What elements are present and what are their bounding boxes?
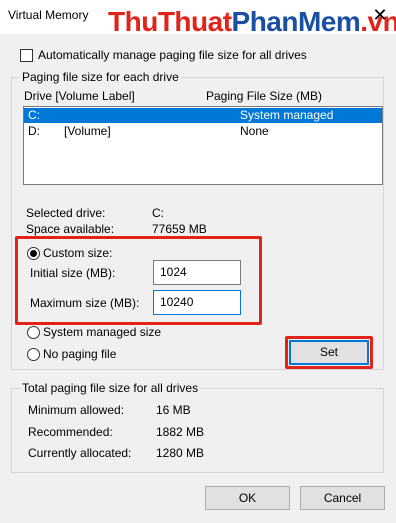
selected-drive-label: Selected drive: [26,206,106,220]
system-managed-label[interactable]: System managed size [43,325,161,339]
set-button[interactable]: Set [289,340,369,365]
minimum-allowed-label: Minimum allowed: [28,403,125,417]
drive-row-c-size: System managed [240,108,334,122]
column-header-drive: Drive [Volume Label] [24,89,135,103]
paging-group-legend: Paging file size for each drive [20,70,181,84]
maximum-size-input[interactable]: 10240 [153,290,241,315]
close-icon[interactable]: ✕ [370,5,390,26]
watermark-logo: ThuThuatPhanMem.vn [108,6,396,37]
ok-button[interactable]: OK [205,486,290,510]
no-paging-radio[interactable] [27,348,40,361]
initial-size-input[interactable]: 1024 [153,260,241,285]
system-managed-radio[interactable] [27,326,40,339]
total-group-legend: Total paging file size for all drives [20,381,201,395]
window-title: Virtual Memory [8,8,89,22]
maximum-size-label: Maximum size (MB): [30,296,140,310]
space-available-value: 77659 MB [152,222,207,236]
drive-row-c-drive: C: [28,108,40,122]
drive-row-d-label: [Volume] [64,124,111,138]
initial-size-label: Initial size (MB): [30,266,116,280]
currently-allocated-label: Currently allocated: [28,446,132,460]
column-header-size: Paging File Size (MB) [206,89,323,103]
selected-drive-value: C: [152,206,164,220]
auto-manage-label[interactable]: Automatically manage paging file size fo… [38,48,307,62]
auto-manage-checkbox[interactable] [20,49,33,62]
recommended-label: Recommended: [28,425,113,439]
drive-row-d-size: None [240,124,269,138]
recommended-value: 1882 MB [156,425,205,439]
cancel-button[interactable]: Cancel [300,486,385,510]
drive-row-d-drive: D: [28,124,40,138]
minimum-allowed-value: 16 MB [156,403,191,417]
custom-size-radio[interactable] [27,247,40,260]
space-available-label: Space available: [26,222,115,236]
custom-size-label[interactable]: Custom size: [43,246,112,260]
currently-allocated-value: 1280 MB [156,446,205,460]
no-paging-label[interactable]: No paging file [43,347,116,361]
